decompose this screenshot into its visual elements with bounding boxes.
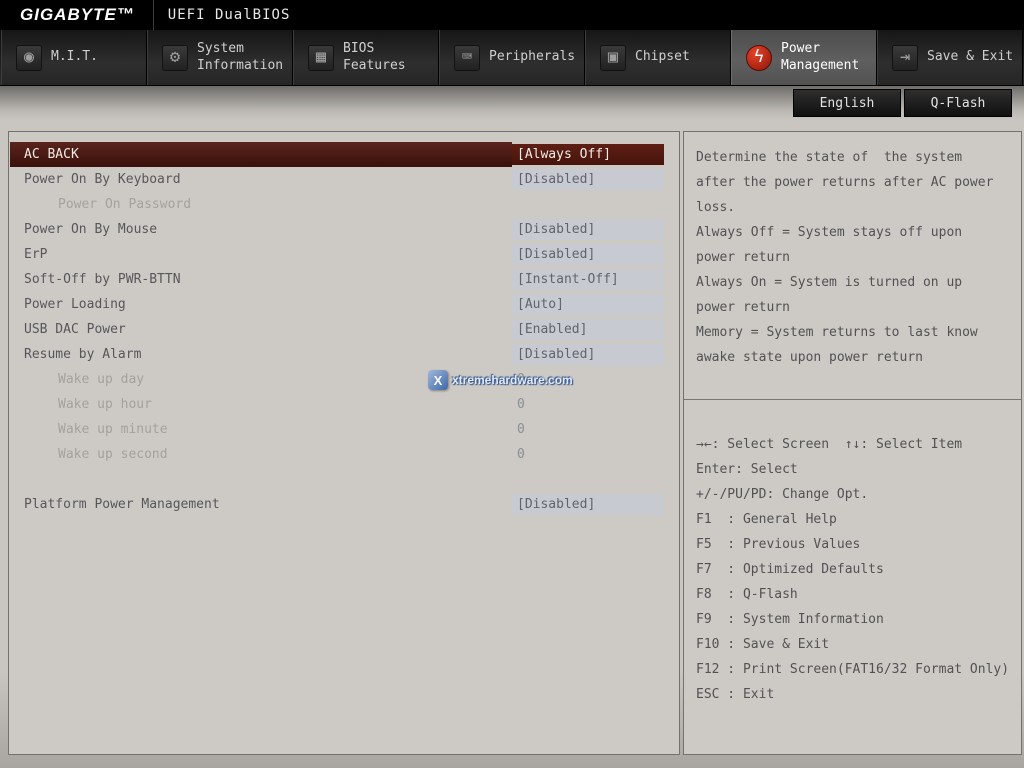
settings-panel: AC BACK [Always Off] Power On By Keyboar… [8, 131, 680, 755]
main-area: AC BACK [Always Off] Power On By Keyboar… [0, 120, 1024, 768]
key-hint-f1: F1 : General Help [696, 507, 1009, 532]
setting-row-wake-up-second: Wake up second 0 [10, 442, 678, 467]
setting-value[interactable]: [Disabled] [512, 219, 664, 240]
help-line: after the power returns after AC power [696, 170, 1009, 195]
setting-value: 0 [512, 444, 664, 465]
key-hint-f10: F10 : Save & Exit [696, 632, 1009, 657]
setting-row-wake-up-minute: Wake up minute 0 [10, 417, 678, 442]
tab-label: System Information [197, 41, 283, 74]
setting-label: Wake up hour [10, 392, 512, 417]
setting-value[interactable]: [Disabled] [512, 169, 664, 190]
setting-label: Power Loading [10, 292, 512, 317]
setting-value[interactable]: [Enabled] [512, 319, 664, 340]
help-key-legend: →←: Select Screen ↑↓: Select Item Enter:… [684, 400, 1021, 707]
help-line: Always On = System is turned on up [696, 270, 1009, 295]
setting-label: Wake up day [10, 367, 512, 392]
tab-mit[interactable]: ◉ M.I.T. [1, 30, 147, 85]
english-button[interactable]: English [793, 89, 901, 117]
setting-label: AC BACK [10, 142, 512, 167]
setting-label: Wake up minute [10, 417, 512, 442]
key-hint-enter: Enter: Select [696, 457, 1009, 482]
help-line: awake state upon power return [696, 345, 1009, 370]
setting-label: Power On By Keyboard [10, 167, 512, 192]
setting-row-power-loading[interactable]: Power Loading [Auto] [10, 292, 678, 317]
bios-chip-icon: ▦ [308, 45, 334, 71]
setting-value[interactable]: [Disabled] [512, 344, 664, 365]
tab-label: Power Management [781, 41, 859, 74]
setting-label: Soft-Off by PWR-BTTN [10, 267, 512, 292]
qflash-button[interactable]: Q-Flash [904, 89, 1012, 117]
setting-row-usb-dac-power[interactable]: USB DAC Power [Enabled] [10, 317, 678, 342]
tab-save-exit[interactable]: ⇥ Save & Exit [877, 30, 1023, 85]
quick-button-strip: English Q-Flash [0, 86, 1024, 120]
tab-label: Save & Exit [927, 49, 1013, 65]
tab-chipset[interactable]: ▣ Chipset [585, 30, 731, 85]
title-bar: GIGABYTE™ UEFI DualBIOS [0, 0, 1024, 30]
key-hint-f9: F9 : System Information [696, 607, 1009, 632]
setting-value[interactable]: [Instant-Off] [512, 269, 664, 290]
setting-value: 0 [512, 369, 664, 390]
tab-system-information[interactable]: ⚙ System Information [147, 30, 293, 85]
chipset-icon: ▣ [600, 45, 626, 71]
setting-value: 0 [512, 419, 664, 440]
help-panel: Determine the state of the system after … [683, 131, 1022, 755]
tab-label: Peripherals [489, 49, 575, 65]
key-hint-change-opt: +/-/PU/PD: Change Opt. [696, 482, 1009, 507]
setting-row-resume-by-alarm[interactable]: Resume by Alarm [Disabled] [10, 342, 678, 367]
setting-label: Power On By Mouse [10, 217, 512, 242]
key-hint-select: →←: Select Screen ↑↓: Select Item [696, 432, 1009, 457]
setting-label: Wake up second [10, 442, 512, 467]
setting-row-power-on-keyboard[interactable]: Power On By Keyboard [Disabled] [10, 167, 678, 192]
setting-row-power-on-mouse[interactable]: Power On By Mouse [Disabled] [10, 217, 678, 242]
setting-value: 0 [512, 394, 664, 415]
setting-row-erp[interactable]: ErP [Disabled] [10, 242, 678, 267]
tab-label: M.I.T. [51, 49, 98, 65]
setting-label: USB DAC Power [10, 317, 512, 342]
row-spacer [10, 467, 678, 492]
tab-peripherals[interactable]: ⌨ Peripherals [439, 30, 585, 85]
setting-row-platform-power-management[interactable]: Platform Power Management [Disabled] [10, 492, 678, 517]
bios-title: UEFI DualBIOS [154, 7, 291, 23]
mit-icon: ◉ [16, 45, 42, 71]
setting-label: Resume by Alarm [10, 342, 512, 367]
help-line: loss. [696, 195, 1009, 220]
setting-value[interactable]: [Auto] [512, 294, 664, 315]
help-description: Determine the state of the system after … [684, 132, 1021, 400]
peripherals-icon: ⌨ [454, 45, 480, 71]
tab-bios-features[interactable]: ▦ BIOS Features [293, 30, 439, 85]
gigabyte-logo: GIGABYTE™ [0, 5, 153, 25]
tab-power-management[interactable]: ϟ Power Management [731, 30, 877, 85]
key-hint-esc: ESC : Exit [696, 682, 1009, 707]
setting-value[interactable]: [Always Off] [512, 144, 664, 165]
setting-row-wake-up-hour: Wake up hour 0 [10, 392, 678, 417]
key-hint-f12: F12 : Print Screen(FAT16/32 Format Only) [696, 657, 1009, 682]
help-line: Memory = System returns to last know [696, 320, 1009, 345]
help-line: Always Off = System stays off upon [696, 220, 1009, 245]
tab-label: BIOS Features [343, 41, 406, 74]
setting-row-soft-off[interactable]: Soft-Off by PWR-BTTN [Instant-Off] [10, 267, 678, 292]
setting-value[interactable]: [Disabled] [512, 494, 664, 515]
setting-row-power-on-password: Power On Password [10, 192, 678, 217]
setting-label: Power On Password [10, 192, 678, 217]
tab-bar: ◉ M.I.T. ⚙ System Information ▦ BIOS Fea… [0, 30, 1024, 86]
help-line: power return [696, 295, 1009, 320]
setting-row-wake-up-day: Wake up day 0 [10, 367, 678, 392]
save-exit-icon: ⇥ [892, 45, 918, 71]
key-hint-f5: F5 : Previous Values [696, 532, 1009, 557]
power-bolt-icon: ϟ [746, 45, 772, 71]
gear-icon: ⚙ [162, 45, 188, 71]
setting-row-ac-back[interactable]: AC BACK [Always Off] [10, 142, 678, 167]
key-hint-f8: F8 : Q-Flash [696, 582, 1009, 607]
tab-label: Chipset [635, 49, 690, 65]
setting-value[interactable]: [Disabled] [512, 244, 664, 265]
setting-label: Platform Power Management [10, 492, 512, 517]
setting-label: ErP [10, 242, 512, 267]
key-hint-f7: F7 : Optimized Defaults [696, 557, 1009, 582]
help-line: power return [696, 245, 1009, 270]
help-line: Determine the state of the system [696, 145, 1009, 170]
